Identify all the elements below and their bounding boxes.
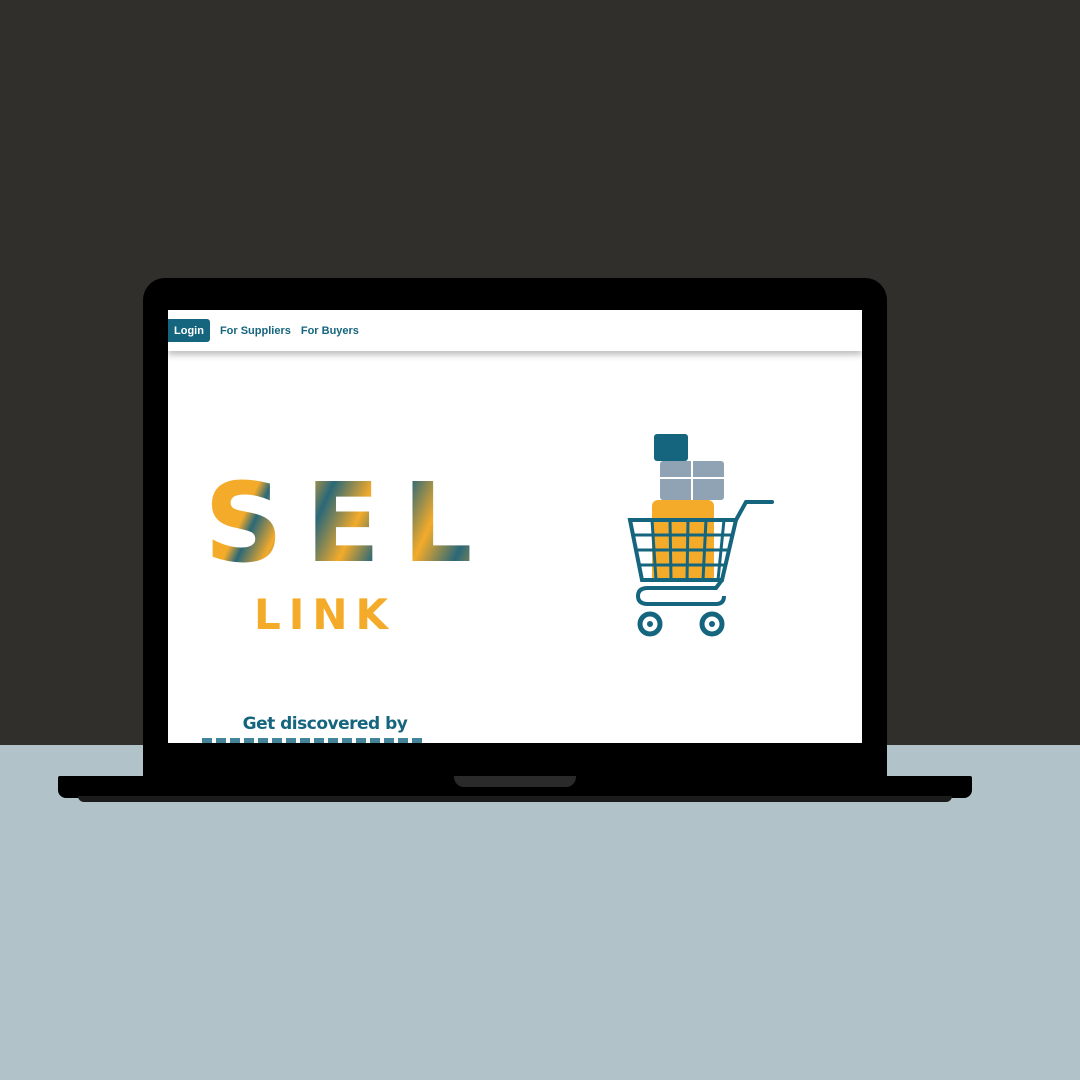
login-button[interactable]: Login bbox=[168, 319, 210, 342]
logo-letters: SEL bbox=[204, 459, 495, 587]
shopping-cart-icon bbox=[627, 434, 774, 637]
navbar: Login For Suppliers For Buyers bbox=[168, 310, 862, 351]
logo-subtext: LINK bbox=[254, 590, 397, 639]
laptop-notch bbox=[454, 776, 576, 787]
nav-link-for-suppliers[interactable]: For Suppliers bbox=[220, 325, 291, 337]
hero-tagline: Get discovered by bbox=[242, 714, 408, 734]
laptop-base-foot bbox=[78, 796, 952, 802]
nav-link-for-buyers[interactable]: For Buyers bbox=[301, 325, 359, 337]
hero-tagline-cutoff bbox=[202, 738, 422, 743]
laptop-screen: Login For Suppliers For Buyers SEL LINK bbox=[168, 310, 862, 743]
sel-link-logo: SEL LINK bbox=[204, 468, 472, 648]
